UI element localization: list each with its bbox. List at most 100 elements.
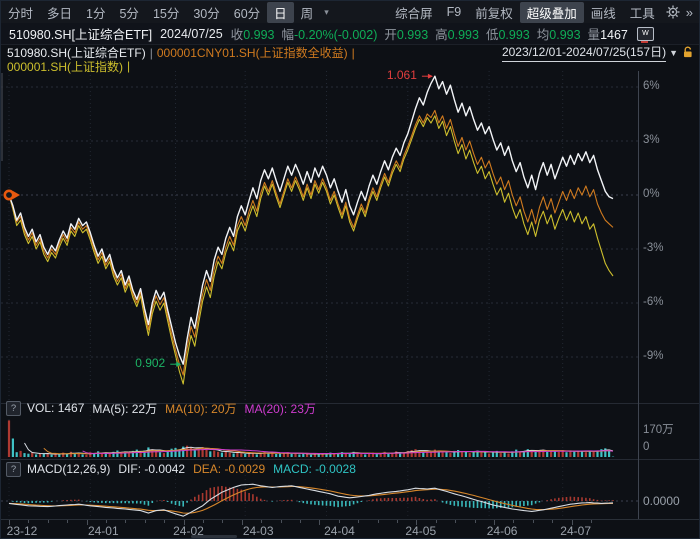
- avg-label: 均: [537, 28, 550, 42]
- x-axis-label: 24-03: [236, 524, 280, 538]
- dif-label: DIF:: [118, 462, 141, 476]
- forward-adjust-button[interactable]: 前复权: [468, 2, 520, 23]
- dea-value: -0.0029: [224, 462, 265, 476]
- price-chart[interactable]: [1, 71, 700, 403]
- change-value: -0.20%(-0.002): [294, 28, 377, 42]
- x-axis-tick: [145, 520, 146, 523]
- wencai-icon[interactable]: W: [637, 27, 654, 41]
- period-tab-weekly[interactable]: 周: [294, 2, 321, 23]
- macd-axis-zero: 0.0000: [643, 494, 697, 508]
- volume-axis-zero: 0: [643, 441, 697, 453]
- x-axis-tick: [67, 520, 68, 523]
- volume-axis-max: 170万: [643, 421, 697, 437]
- range-dropdown-icon[interactable]: ▼: [669, 48, 678, 58]
- x-axis-tick: [222, 520, 223, 523]
- x-axis-tick: [572, 520, 573, 525]
- change-label: 幅: [281, 28, 294, 42]
- high-value: 0.993: [448, 28, 479, 42]
- f9-button[interactable]: F9: [440, 4, 469, 20]
- stock-chart-window: 分时 多日 1分 5分 15分 30分 60分 日 周 ▾ 综合屏 F9 前复权…: [0, 0, 700, 539]
- volume-label: 量: [588, 28, 601, 42]
- close-value: 0.993: [243, 28, 274, 42]
- x-axis-tick: [591, 520, 592, 523]
- macd-value-label: MACD:: [273, 462, 312, 476]
- macd-help-icon[interactable]: ?: [6, 462, 21, 477]
- open-value: 0.993: [397, 28, 428, 42]
- x-axis-tick: [513, 520, 514, 523]
- x-axis-label: 24-07: [554, 524, 598, 538]
- tools-button[interactable]: 工具: [623, 2, 662, 23]
- period-tab-1min[interactable]: 1分: [79, 2, 112, 23]
- quote-bar: 510980.SH[上证综合ETF] 2024/07/25 收0.993 幅-0…: [1, 23, 699, 45]
- y-axis-label: 3%: [643, 134, 697, 146]
- x-axis-tick: [28, 520, 29, 523]
- period-tab-15min[interactable]: 15分: [146, 2, 186, 23]
- x-axis-label: 24-05: [399, 524, 443, 538]
- vol-ma10-label: MA(10):: [165, 402, 208, 416]
- volume-help-icon[interactable]: ?: [6, 401, 21, 416]
- draw-line-button[interactable]: 画线: [584, 2, 623, 23]
- y-axis-label: -9%: [643, 350, 697, 362]
- y-axis-label: -3%: [643, 242, 697, 254]
- low-value: 0.993: [498, 28, 529, 42]
- panel-divider[interactable]: [1, 459, 700, 460]
- x-axis-tick: [281, 520, 282, 523]
- period-tab-60min[interactable]: 60分: [227, 2, 267, 23]
- y-axis-label: 0%: [643, 188, 697, 200]
- symbol-name[interactable]: 510980.SH[上证综合ETF]: [9, 24, 152, 43]
- x-axis-label: 24-04: [317, 524, 361, 538]
- period-tab-daily[interactable]: 日: [267, 2, 294, 23]
- dea-label: DEA:: [193, 462, 221, 476]
- x-axis-label: 24-01: [81, 524, 125, 538]
- gear-icon[interactable]: [666, 5, 680, 19]
- y-axis-line: [638, 71, 639, 519]
- period-tab-minute[interactable]: 分时: [1, 2, 40, 23]
- vol-ma5-label: MA(5):: [92, 402, 128, 416]
- horizontal-scrollbar-thumb[interactable]: [191, 535, 237, 538]
- period-tab-5min[interactable]: 5分: [112, 2, 145, 23]
- x-axis-tick: [242, 520, 243, 525]
- more-tools-chevron-icon[interactable]: »: [684, 5, 699, 20]
- quote-date: 2024/07/25: [160, 27, 223, 41]
- composite-screen-button[interactable]: 综合屏: [388, 2, 440, 23]
- legend-separator-2: |: [348, 46, 359, 60]
- y-axis-label: -6%: [643, 296, 697, 308]
- x-axis-tick: [552, 520, 553, 523]
- x-axis-tick: [378, 520, 379, 523]
- vol-value: 1467: [58, 401, 85, 415]
- x-axis-tick: [9, 520, 10, 525]
- x-axis-label: 23-12: [0, 524, 44, 538]
- dif-value: -0.0042: [144, 462, 185, 476]
- x-axis-tick: [358, 520, 359, 523]
- unlock-icon[interactable]: [682, 46, 695, 59]
- toolbar: 分时 多日 1分 5分 15分 30分 60分 日 周 ▾ 综合屏 F9 前复权…: [1, 1, 699, 24]
- x-axis-tick: [436, 520, 437, 523]
- x-axis-tick: [533, 520, 534, 523]
- period-tab-multiday[interactable]: 多日: [40, 2, 79, 23]
- x-axis-tick: [494, 520, 495, 525]
- vol-ma20-label: MA(20):: [245, 402, 288, 416]
- period-more-caret-icon[interactable]: ▾: [320, 7, 333, 18]
- left-edge-strip: [1, 73, 3, 161]
- close-label: 收: [231, 28, 244, 42]
- macd-value: -0.0028: [315, 462, 356, 476]
- x-axis-tick: [184, 520, 185, 525]
- x-axis[interactable]: 23-1224-0124-0224-0324-0424-0524-0624-07: [1, 519, 700, 539]
- x-axis-tick: [261, 520, 262, 523]
- x-axis-tick: [125, 520, 126, 523]
- vol-label: VOL:: [27, 401, 54, 415]
- period-tab-30min[interactable]: 30分: [186, 2, 226, 23]
- x-axis-tick: [455, 520, 456, 523]
- price-annotation: 1.061: [373, 68, 417, 82]
- x-axis-tick: [416, 520, 417, 525]
- y-axis-label: 6%: [643, 80, 697, 92]
- x-axis-tick: [339, 520, 340, 523]
- x-axis-tick: [106, 520, 107, 523]
- super-overlay-button[interactable]: 超级叠加: [520, 2, 584, 23]
- vol-ma10-value: 20万: [211, 402, 236, 416]
- price-annotation: 0.902: [121, 356, 165, 370]
- x-axis-tick: [319, 520, 320, 525]
- high-label: 高: [435, 28, 448, 42]
- x-axis-tick: [397, 520, 398, 523]
- x-axis-tick: [300, 520, 301, 523]
